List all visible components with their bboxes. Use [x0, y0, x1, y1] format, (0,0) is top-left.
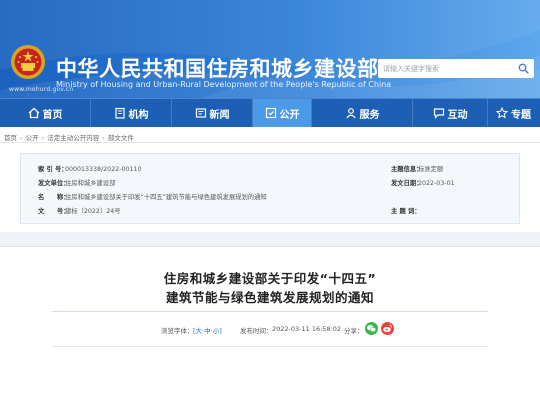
news-icon [195, 108, 206, 118]
info-theme-value: 标准定额 [418, 166, 444, 173]
nav-item-disclosure[interactable]: 公开 [253, 99, 311, 127]
nav-item-label: 新闻 [209, 109, 230, 121]
info-docno-label: 文 号： [38, 208, 70, 215]
nav-item-service[interactable]: 服务 [312, 99, 412, 127]
info-name: 名 称：住房和城乡建设部关于印发“十四五”建筑节能与绿色建筑发展规划的通知 [38, 192, 267, 201]
meta-divider [52, 346, 488, 347]
info-date-value: 2022-03-01 [418, 180, 455, 187]
info-docno-value: 建标〔2022〕24号 [65, 208, 121, 215]
nav-item-news[interactable]: 新闻 [172, 99, 252, 127]
weibo-share-icon[interactable] [381, 322, 394, 335]
site-title[interactable]: 中华人民共和国住房和城乡建设部 [56, 53, 379, 83]
nav-item-label: 专题 [511, 109, 531, 121]
info-issuer-value: 住房和城乡建设部 [65, 180, 116, 187]
breadcrumb-home[interactable]: 首页 [4, 134, 17, 142]
info-index-label: 索 引 号： [38, 166, 68, 173]
info-date-label: 发文日期： [391, 180, 423, 187]
info-docno: 文 号：建标〔2022〕24号 [38, 206, 121, 215]
info-theme-label: 主题信息： [391, 166, 423, 173]
title-divider [52, 311, 488, 312]
share-label: 分享： [344, 327, 364, 335]
topic-icon [496, 107, 508, 119]
info-issuer-label: 发文单位： [38, 180, 70, 187]
nav-item-label: 首页 [42, 109, 63, 121]
breadcrumb-documents[interactable]: 部文文件 [108, 134, 134, 142]
nav-item-organization[interactable]: 机构 [91, 99, 171, 127]
breadcrumb-disclosure[interactable]: 公开 [26, 134, 39, 142]
nav-item-topics[interactable]: 专题 [488, 99, 539, 127]
font-size-label: 浏览字体： [161, 327, 194, 335]
nav-item-label: 公开 [279, 109, 300, 121]
nav-item-label: 机构 [128, 109, 149, 121]
info-name-value: 住房和城乡建设部关于印发“十四五”建筑节能与绿色建筑发展规划的通知 [65, 194, 267, 201]
service-icon [345, 108, 356, 119]
disclosure-icon [265, 107, 276, 119]
nav-item-home[interactable]: 首页 [0, 99, 90, 127]
home-icon [28, 107, 39, 119]
building-icon [114, 107, 125, 119]
nav-item-label: 互动 [447, 109, 468, 121]
breadcrumb-divider [0, 142, 540, 143]
font-size-small[interactable]: 小 [213, 327, 220, 335]
breadcrumb: 首页 › 公开 › 法定主动公开内容 › 部文文件 [4, 134, 134, 142]
info-name-label: 名 称： [38, 194, 70, 201]
wechat-share-icon[interactable] [365, 322, 378, 335]
article-meta: 浏览字体： [大·中·小] 发布时间： 2022-03-11 16:58:02 … [0, 322, 540, 336]
publish-time-value: 2022-03-11 16:58:02 [272, 325, 342, 333]
document-info-panel: 索 引 号：000013338/2022-00110 主题信息：标准定额 发文单… [20, 153, 520, 224]
site-header: www.mohurd.gov.cn 中华人民共和国住房和城乡建设部 Minist… [0, 0, 540, 98]
national-emblem-icon [11, 45, 45, 79]
font-size-medium[interactable]: 中 [204, 327, 211, 335]
chat-icon [433, 108, 444, 119]
nav-item-interaction[interactable]: 互动 [413, 99, 487, 127]
breadcrumb-statutory[interactable]: 法定主动公开内容 [47, 134, 99, 142]
section-band [0, 232, 540, 246]
info-theme: 主题信息：标准定额 [391, 164, 443, 173]
info-date: 发文日期：2022-03-01 [391, 178, 455, 187]
info-keywords: 主 题 词： [391, 206, 421, 215]
nav-item-label: 服务 [359, 109, 380, 121]
info-keywords-label: 主 题 词： [391, 208, 421, 215]
article-title-line-1: 住房和城乡建设部关于印发“十四五” [163, 271, 377, 286]
publish-time-label: 发布时间： [240, 327, 273, 335]
section-divider [0, 246, 540, 247]
main-nav: 首页 机构 新闻 公开 服务 互动 专题 [0, 98, 540, 127]
search-box [378, 59, 534, 78]
site-subtitle: Ministry of Housing and Urban-Rural Deve… [56, 80, 392, 89]
info-index-value: 000013338/2022-00110 [65, 166, 142, 173]
article-title-line-2: 建筑节能与绿色建筑发展规划的通知 [165, 290, 374, 305]
search-icon[interactable] [518, 63, 529, 74]
search-input[interactable] [383, 60, 513, 77]
font-size-selector: [大·中·小] [193, 327, 222, 335]
font-size-large[interactable]: 大 [196, 327, 203, 335]
info-index: 索 引 号：000013338/2022-00110 [38, 164, 142, 173]
info-issuer: 发文单位：住房和城乡建设部 [38, 178, 115, 187]
